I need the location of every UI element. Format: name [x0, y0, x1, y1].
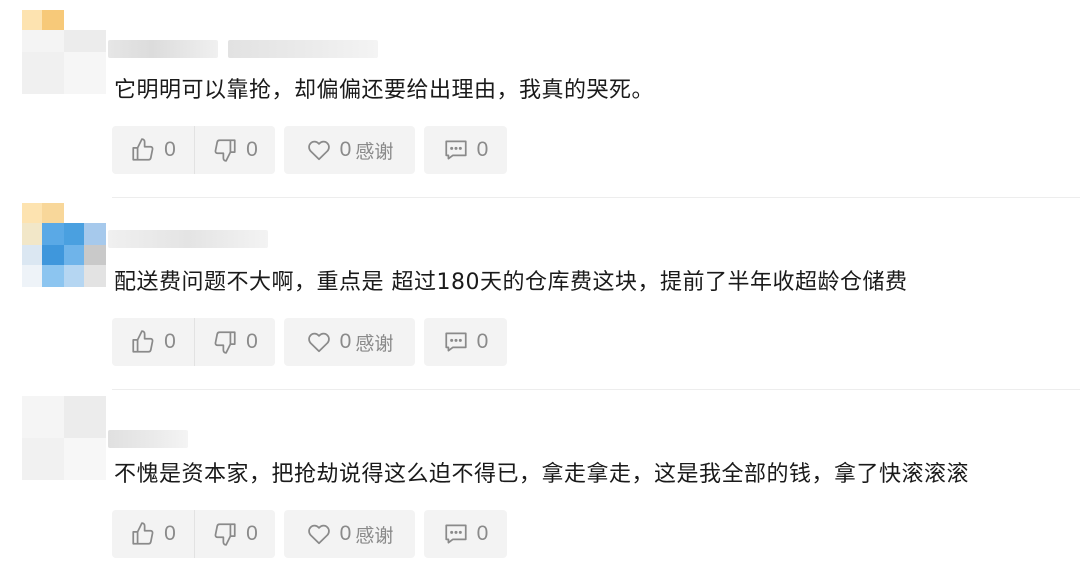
like-button[interactable]: 0: [112, 318, 195, 366]
avatar[interactable]: [22, 10, 106, 94]
thanks-label: 感谢: [355, 524, 394, 547]
comment-actions: 0 0 0 感谢 0: [112, 318, 507, 366]
thanks-count: 0: [339, 522, 352, 545]
like-count: 0: [164, 330, 176, 353]
thumbs-up-icon: [132, 330, 154, 353]
heart-icon: [307, 332, 330, 353]
dislike-button[interactable]: 0: [195, 510, 275, 558]
thanks-button[interactable]: 0 感谢: [284, 510, 415, 558]
divider: [112, 197, 1080, 198]
thumbs-down-icon: [214, 331, 236, 354]
thanks-button[interactable]: 0 感谢: [284, 318, 415, 366]
comment-text: 配送费问题不大啊，重点是 超过180天的仓库费这块，提前了半年收超龄仓储费: [114, 270, 908, 295]
comment-actions: 0 0 0 感谢 0: [112, 126, 507, 174]
like-count: 0: [164, 138, 176, 161]
username-blurred: [108, 430, 188, 448]
thumbs-down-icon: [214, 139, 236, 162]
comment-text: 不愧是资本家，把抢劫说得这么迫不得已，拿走拿走，这是我全部的钱，拿了快滚滚滚: [114, 462, 970, 487]
like-button[interactable]: 0: [112, 510, 195, 558]
dislike-count: 0: [246, 138, 258, 161]
like-button[interactable]: 0: [112, 126, 195, 174]
dislike-count: 0: [246, 330, 258, 353]
avatar[interactable]: [22, 396, 106, 480]
username-blurred-secondary: [228, 40, 378, 58]
comment-text: 它明明可以靠抢，却偏偏还要给出理由，我真的哭死。: [114, 78, 655, 103]
comment-icon: [445, 332, 467, 352]
heart-icon: [307, 524, 330, 545]
username-blurred: [108, 40, 218, 58]
thanks-label: 感谢: [355, 332, 394, 355]
thanks-button[interactable]: 0 感谢: [284, 126, 415, 174]
dislike-button[interactable]: 0: [195, 126, 275, 174]
divider: [112, 389, 1080, 390]
vote-group: 0 0: [112, 126, 275, 174]
vote-group: 0 0: [112, 318, 275, 366]
vote-group: 0 0: [112, 510, 275, 558]
thanks-label: 感谢: [355, 140, 394, 163]
reply-button[interactable]: 0: [424, 318, 507, 366]
dislike-count: 0: [246, 522, 258, 545]
comment-icon: [445, 524, 467, 544]
thumbs-up-icon: [132, 522, 154, 545]
thumbs-down-icon: [214, 523, 236, 546]
reply-count: 0: [476, 330, 489, 353]
thumbs-up-icon: [132, 138, 154, 161]
like-count: 0: [164, 522, 176, 545]
reply-count: 0: [476, 138, 489, 161]
thanks-count: 0: [339, 138, 352, 161]
thanks-count: 0: [339, 330, 352, 353]
username-blurred: [108, 230, 268, 248]
comment-icon: [445, 140, 467, 160]
heart-icon: [307, 140, 330, 161]
reply-count: 0: [476, 522, 489, 545]
reply-button[interactable]: 0: [424, 510, 507, 558]
dislike-button[interactable]: 0: [195, 318, 275, 366]
comment-actions: 0 0 0 感谢 0: [112, 510, 507, 558]
reply-button[interactable]: 0: [424, 126, 507, 174]
avatar[interactable]: [22, 203, 106, 287]
